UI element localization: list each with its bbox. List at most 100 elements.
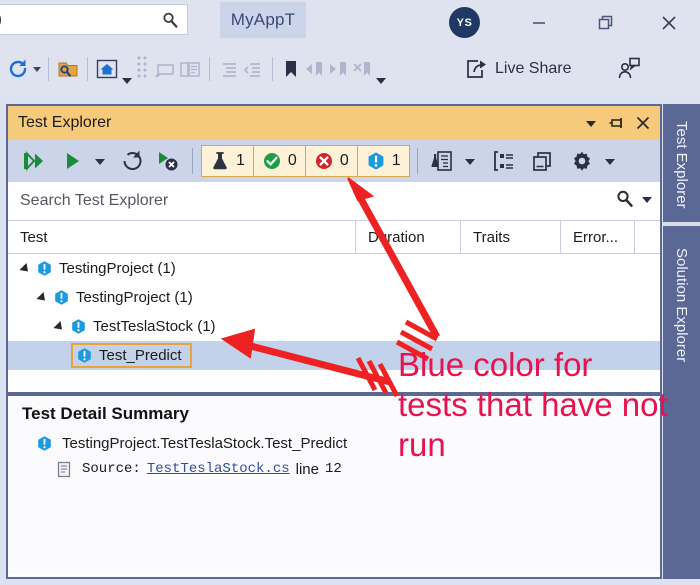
counter-not-run-tests[interactable]: 1	[356, 145, 410, 177]
uncomment-button[interactable]	[178, 49, 202, 89]
search-icon[interactable]	[615, 189, 635, 214]
send-feedback-icon	[618, 57, 640, 79]
search-dropdown-button[interactable]	[640, 192, 654, 211]
table-row[interactable]: TestingProject (1)	[8, 283, 660, 312]
home-dropdown[interactable]	[120, 47, 134, 91]
repeat-last-run-icon	[123, 150, 142, 170]
refresh-icon	[9, 59, 27, 78]
settings-button[interactable]	[566, 144, 598, 178]
toolbar-separator	[192, 148, 193, 174]
check-circle-icon	[263, 153, 280, 169]
info-hexagon-icon	[368, 152, 384, 170]
standard-toolbar: Live Share	[0, 45, 700, 93]
detail-line-number: 12	[325, 461, 342, 477]
find-in-folder-button[interactable]	[56, 49, 80, 89]
send-feedback-button[interactable]	[616, 49, 642, 89]
minimize-icon	[533, 22, 545, 24]
columns-icon	[532, 152, 551, 171]
refresh-dropdown[interactable]	[30, 49, 41, 89]
cancel-run-icon	[159, 152, 178, 171]
chevron-down-icon	[95, 159, 105, 165]
columns-button[interactable]	[526, 144, 558, 178]
run-tests-button[interactable]	[56, 144, 88, 178]
counter-failed-tests[interactable]: 0	[304, 145, 358, 177]
run-dropdown-button[interactable]	[88, 144, 112, 178]
counter-total-tests[interactable]: 1	[201, 145, 254, 177]
column-header-error[interactable]: Error...	[561, 221, 635, 253]
counter-passed-tests[interactable]: 0	[252, 145, 306, 177]
toolbar-separator	[416, 148, 418, 174]
run-all-tests-button[interactable]	[16, 144, 50, 178]
test-counters: 1 0 0 1	[201, 145, 410, 177]
source-file-icon	[56, 461, 72, 478]
clear-bookmarks-button[interactable]	[350, 49, 374, 89]
pin-icon	[609, 118, 622, 128]
previous-bookmark-button[interactable]	[302, 49, 326, 89]
close-icon	[636, 116, 650, 130]
expanded-triangle-icon[interactable]	[35, 291, 49, 304]
chevron-down-icon	[604, 159, 615, 165]
vertical-tab-solution-explorer[interactable]: Solution Explorer	[663, 230, 700, 380]
vertical-tab-test-explorer[interactable]: Test Explorer	[663, 110, 700, 220]
info-hexagon-icon	[70, 318, 87, 335]
table-row[interactable]: TestTeslaStock (1)	[8, 312, 660, 341]
info-hexagon-icon	[36, 435, 53, 452]
toggle-bookmark-button[interactable]	[280, 49, 302, 89]
test-output-button[interactable]	[426, 144, 458, 178]
search-test-explorer-input[interactable]: Search Test Explorer	[20, 192, 615, 210]
panel-pin-button[interactable]	[606, 112, 628, 134]
selected-test-highlight-box[interactable]: Test_Predict	[71, 343, 192, 368]
flask-icon	[213, 152, 227, 170]
counter-passed-value: 0	[287, 152, 297, 169]
test-explorer-panel: Test Explorer 1 0 0 1 Search Test Explor…	[6, 104, 662, 579]
dotted-column-icon	[137, 56, 147, 78]
chevron-down-icon	[642, 196, 652, 203]
toolbar-overflow-button[interactable]	[374, 47, 388, 91]
close-button[interactable]	[652, 6, 686, 40]
live-share-button[interactable]: Live Share	[464, 57, 572, 81]
run-all-tests-icon	[24, 150, 43, 172]
minimize-button[interactable]	[522, 6, 556, 40]
toolbar-separator	[272, 57, 273, 81]
column-header-test[interactable]: Test	[8, 221, 356, 253]
test-tree-label: TestingProject (1)	[59, 260, 176, 277]
detail-test-name: TestingProject.TestTeslaStock.Test_Predi…	[62, 434, 348, 452]
group-by-button[interactable]	[488, 144, 520, 178]
avatar-initials: YS	[456, 16, 473, 29]
column-header-duration[interactable]: Duration	[356, 221, 461, 253]
test-tree-label: TestTeslaStock (1)	[93, 318, 216, 335]
detail-source-link[interactable]: TestTeslaStock.cs	[147, 461, 290, 477]
indent-button[interactable]	[217, 49, 241, 89]
close-icon	[662, 16, 676, 30]
test-output-dropdown[interactable]	[458, 144, 482, 178]
restore-button[interactable]	[589, 6, 623, 40]
info-hexagon-icon	[76, 347, 93, 364]
panel-close-button[interactable]	[632, 112, 654, 134]
test-search-row[interactable]: Search Test Explorer	[8, 182, 660, 221]
expanded-triangle-icon[interactable]	[52, 320, 66, 333]
comment-button[interactable]	[154, 49, 178, 89]
table-row[interactable]: TestingProject (1)	[8, 254, 660, 283]
test-tree-label: TestingProject (1)	[76, 289, 193, 306]
clear-bookmark-icon	[353, 62, 370, 76]
test-explorer-header: Test Explorer	[8, 106, 660, 140]
settings-dropdown[interactable]	[598, 144, 622, 178]
cancel-run-button[interactable]	[150, 144, 184, 178]
gear-icon	[573, 151, 590, 171]
repeat-last-run-button[interactable]	[116, 144, 150, 178]
comment-icon	[155, 64, 174, 78]
avatar[interactable]: YS	[449, 7, 480, 38]
document-tab-myappt[interactable]: MyAppT	[220, 2, 306, 38]
find-in-folder-icon	[58, 62, 78, 77]
home-button[interactable]	[95, 49, 120, 89]
live-share-icon	[467, 60, 486, 78]
expanded-triangle-icon[interactable]	[18, 262, 32, 275]
test-output-icon	[431, 151, 452, 171]
column-header-traits[interactable]: Traits	[461, 221, 561, 253]
next-bookmark-button[interactable]	[326, 49, 350, 89]
column-selector-button[interactable]	[134, 49, 150, 89]
refresh-button[interactable]	[6, 49, 30, 89]
panel-dropdown-button[interactable]	[580, 112, 602, 134]
quick-launch-search[interactable]: )	[0, 4, 188, 35]
outdent-button[interactable]	[241, 49, 265, 89]
